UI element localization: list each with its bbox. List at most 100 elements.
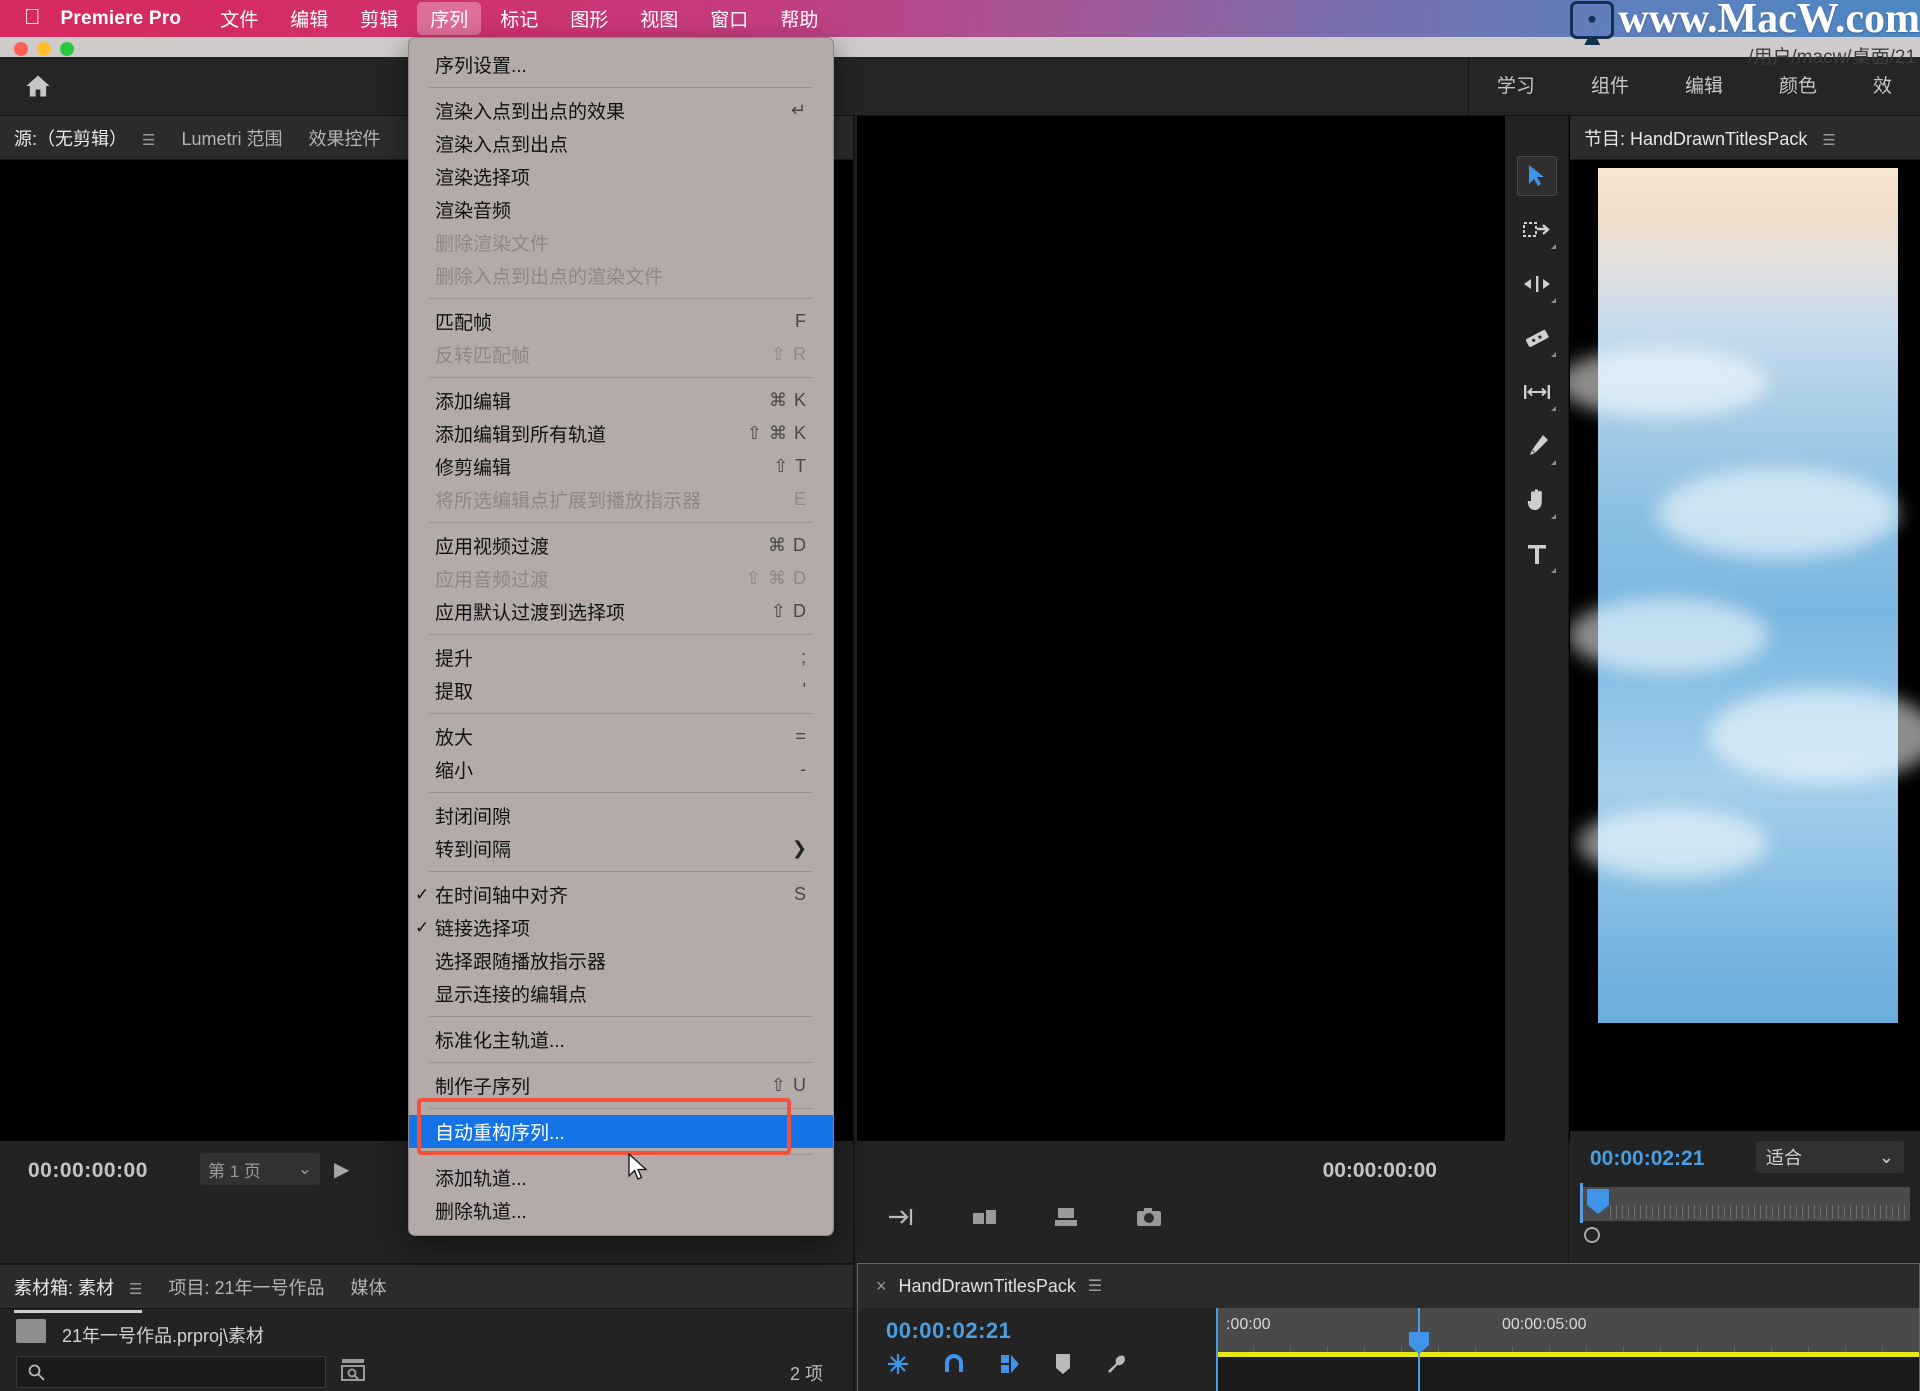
- razor-tool-icon[interactable]: [1517, 318, 1557, 358]
- menu-item-apply-default-transition[interactable]: 应用默认过渡到选择项 ⇧ D: [409, 595, 833, 628]
- source-timecode[interactable]: 00:00:00:00: [28, 1159, 148, 1183]
- type-tool-icon[interactable]: [1517, 534, 1557, 574]
- menu-item-add-tracks[interactable]: 添加轨道...: [409, 1161, 833, 1194]
- menu-item-render-audio[interactable]: 渲染音频: [409, 193, 833, 226]
- menu-sequence[interactable]: 序列: [417, 2, 482, 35]
- menu-item-render-in-to-out-effects[interactable]: 渲染入点到出点的效果 ↵: [409, 94, 833, 127]
- tab-source[interactable]: 源:（无剪辑） ☰: [14, 125, 156, 164]
- menu-view[interactable]: 视图: [627, 2, 691, 35]
- menu-item-trim-edit[interactable]: 修剪编辑 ⇧ T: [409, 450, 833, 483]
- zoom-level-select[interactable]: 适合 ⌄: [1756, 1141, 1904, 1173]
- hamburger-icon[interactable]: ☰: [1088, 1276, 1102, 1296]
- hamburger-icon[interactable]: ☰: [142, 131, 155, 149]
- ruler-label: :00:00: [1226, 1316, 1271, 1333]
- menu-item-delete-tracks[interactable]: 删除轨道...: [409, 1194, 833, 1227]
- hamburger-icon[interactable]: ☰: [129, 1280, 142, 1298]
- menu-window[interactable]: 窗口: [697, 2, 761, 35]
- menu-item-show-through-edits[interactable]: 显示连接的编辑点: [409, 977, 833, 1010]
- lift-icon[interactable]: [971, 1205, 999, 1234]
- middle-timecode[interactable]: 00:00:00:00: [1323, 1159, 1437, 1183]
- menu-item-linked-selection[interactable]: ✓ 链接选择项: [409, 911, 833, 944]
- tab-project[interactable]: 项目: 21年一号作品: [168, 1274, 324, 1300]
- hamburger-icon[interactable]: ☰: [1822, 131, 1835, 149]
- export-frame-icon[interactable]: [887, 1205, 917, 1234]
- playhead-icon[interactable]: [1586, 1189, 1610, 1215]
- marker-icon[interactable]: [1054, 1352, 1072, 1381]
- menu-separator: [429, 713, 813, 714]
- menu-item-zoom-in[interactable]: 放大 =: [409, 720, 833, 753]
- timeline-timecode[interactable]: 00:00:02:21: [886, 1318, 1011, 1344]
- camera-icon[interactable]: [1135, 1205, 1163, 1234]
- menu-item-normalize-master-track[interactable]: 标准化主轨道...: [409, 1023, 833, 1056]
- slip-tool-icon[interactable]: [1517, 372, 1557, 412]
- menu-file[interactable]: 文件: [207, 2, 271, 35]
- apple-logo-icon[interactable]: : [24, 5, 41, 28]
- menu-help[interactable]: 帮助: [767, 2, 831, 35]
- timeline-ruler[interactable]: :00:00 00:00:05:00: [1216, 1308, 1919, 1356]
- menu-separator: [429, 298, 813, 299]
- menu-item-zoom-out[interactable]: 缩小 -: [409, 753, 833, 786]
- menu-item-label: 提取: [435, 682, 474, 703]
- menu-item-go-to-gap[interactable]: 转到间隔 ❯: [409, 832, 833, 865]
- tab-effect-controls[interactable]: 效果控件: [309, 125, 381, 151]
- selection-tool-icon[interactable]: [1516, 156, 1557, 196]
- menu-item-render-in-to-out[interactable]: 渲染入点到出点: [409, 127, 833, 160]
- menu-item-extract[interactable]: 提取 ': [409, 674, 833, 707]
- tab-bin-footage[interactable]: 素材箱: 素材 ☰: [14, 1274, 143, 1313]
- menu-item-sequence-settings[interactable]: 序列设置...: [409, 48, 833, 81]
- menu-item-render-selection[interactable]: 渲染选择项: [409, 160, 833, 193]
- monitor-icon: [1570, 0, 1615, 39]
- page-select[interactable]: 第 1 页 ⌄: [200, 1153, 320, 1185]
- menu-item-add-edit-all-tracks[interactable]: 添加编辑到所有轨道 ⇧ ⌘ K: [409, 417, 833, 450]
- menu-item-close-gap[interactable]: 封闭间隙: [409, 799, 833, 832]
- program-timecode[interactable]: 00:00:02:21: [1590, 1147, 1704, 1171]
- snap-icon[interactable]: [942, 1352, 966, 1381]
- hand-tool-icon[interactable]: [1517, 480, 1557, 520]
- menu-item-auto-reframe-sequence[interactable]: 自动重构序列...: [409, 1115, 833, 1148]
- find-icon[interactable]: [340, 1357, 368, 1385]
- timeline-tracks[interactable]: [1216, 1357, 1919, 1391]
- zoom-handle[interactable]: [1584, 1227, 1600, 1243]
- menu-item-match-frame[interactable]: 匹配帧 F: [409, 305, 833, 338]
- home-icon[interactable]: [20, 70, 56, 102]
- menu-item-lift[interactable]: 提升 ;: [409, 641, 833, 674]
- program-monitor-stage[interactable]: [1570, 160, 1920, 1131]
- menu-item-label: 应用默认过渡到选择项: [435, 603, 626, 624]
- insert-icon[interactable]: [1053, 1205, 1081, 1234]
- workspace-tab-learning[interactable]: 学习: [1469, 57, 1563, 116]
- maximize-window-button[interactable]: [60, 42, 74, 56]
- track-select-forward-tool-icon[interactable]: [1517, 210, 1557, 250]
- menu-item-snap-in-timeline[interactable]: ✓ 在时间轴中对齐 S: [409, 878, 833, 911]
- menu-item-apply-video-transition[interactable]: 应用视频过渡 ⌘ D: [409, 529, 833, 562]
- nest-icon[interactable]: [886, 1352, 910, 1381]
- tab-media-browser[interactable]: 媒体: [351, 1274, 387, 1300]
- middle-monitor-stage[interactable]: [857, 116, 1605, 1141]
- menu-item-selection-follows-playhead[interactable]: 选择跟随播放指示器: [409, 944, 833, 977]
- folder-up-icon[interactable]: [16, 1319, 46, 1343]
- close-icon[interactable]: ×: [876, 1276, 887, 1297]
- menu-clip[interactable]: 剪辑: [347, 2, 411, 35]
- preview-image: [1570, 168, 1920, 1023]
- chevron-right-icon: ❯: [791, 838, 807, 858]
- menu-item-add-edit[interactable]: 添加编辑 ⌘ K: [409, 384, 833, 417]
- menu-marker[interactable]: 标记: [487, 2, 551, 35]
- linked-selection-icon[interactable]: [998, 1352, 1022, 1381]
- tab-lumetri-scopes[interactable]: Lumetri 范围: [181, 125, 282, 151]
- ripple-edit-tool-icon[interactable]: [1517, 264, 1557, 304]
- program-scrubber[interactable]: [1580, 1187, 1910, 1221]
- play-icon[interactable]: ▶: [334, 1157, 349, 1182]
- search-input[interactable]: [16, 1356, 326, 1388]
- menu-item-label: 放大: [435, 728, 474, 749]
- menu-item-make-subsequence[interactable]: 制作子序列 ⇧ U: [409, 1069, 833, 1102]
- menu-item-label: 将所选编辑点扩展到播放指示器: [435, 491, 702, 512]
- tab-program[interactable]: 节目: HandDrawnTitlesPack ☰: [1584, 125, 1836, 164]
- close-window-button[interactable]: [14, 42, 28, 56]
- wrench-icon[interactable]: [1104, 1352, 1128, 1381]
- menu-edit[interactable]: 编辑: [277, 2, 341, 35]
- pen-tool-icon[interactable]: [1517, 426, 1557, 466]
- minimize-window-button[interactable]: [37, 42, 51, 56]
- menu-graphics[interactable]: 图形: [557, 2, 621, 35]
- project-panel: 素材箱: 素材 ☰ 项目: 21年一号作品 媒体 21年一号作品.prproj\…: [0, 1263, 855, 1391]
- menu-separator: [429, 871, 813, 872]
- app-name-label[interactable]: Premiere Pro: [61, 8, 182, 30]
